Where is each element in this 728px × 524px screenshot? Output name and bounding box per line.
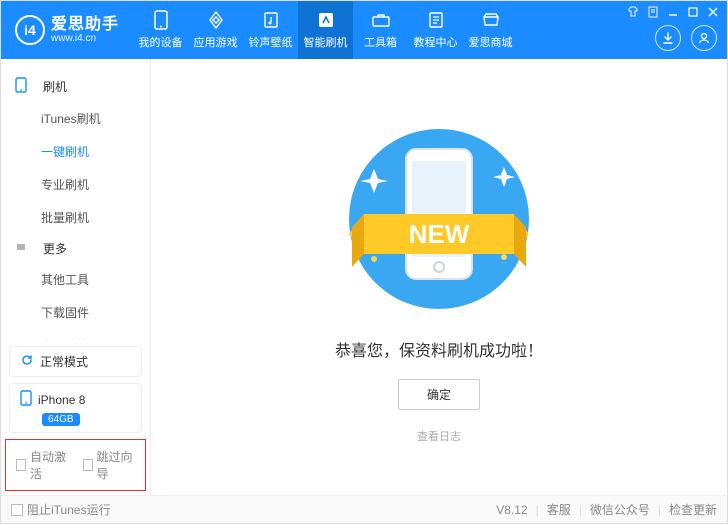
skip-guide-checkbox[interactable]: 跳过向导 xyxy=(83,448,136,482)
more-icon xyxy=(15,241,35,256)
mode-label: 正常模式 xyxy=(40,353,88,370)
confirm-button[interactable]: 确定 xyxy=(398,379,480,410)
checkbox-label: 阻止iTunes运行 xyxy=(27,501,111,518)
sidebar-cat-flash[interactable]: 刷机 xyxy=(1,71,150,102)
device-icon xyxy=(15,77,35,96)
note-icon[interactable] xyxy=(645,5,661,19)
status-bar: 阻止iTunes运行 V8.12 | 客服 | 微信公众号 | 检查更新 xyxy=(1,495,727,523)
book-icon xyxy=(426,10,446,30)
sidebar-cat-label: 更多 xyxy=(43,240,67,257)
close-icon[interactable] xyxy=(705,5,721,19)
version-label: V8.12 xyxy=(496,503,527,517)
nav-label: 工具箱 xyxy=(364,34,397,50)
nav-ringtones[interactable]: 铃声壁纸 xyxy=(243,1,298,59)
refresh-icon xyxy=(20,353,34,370)
user-icon[interactable] xyxy=(691,25,717,51)
logo-badge: i4 xyxy=(15,15,45,45)
footer-link-wechat[interactable]: 微信公众号 xyxy=(590,501,650,518)
window-controls xyxy=(625,5,721,19)
nav-label: 智能刷机 xyxy=(304,34,348,50)
nav-my-device[interactable]: 我的设备 xyxy=(133,1,188,59)
sidebar: 刷机 iTunes刷机 一键刷机 专业刷机 批量刷机 更多 其他工具 下载固件 … xyxy=(1,59,151,495)
nav-toolbox[interactable]: 工具箱 xyxy=(353,1,408,59)
sidebar-item-one-click-flash[interactable]: 一键刷机 xyxy=(1,135,150,168)
music-icon xyxy=(261,10,281,30)
checkbox-label: 跳过向导 xyxy=(97,448,135,482)
nav-label: 我的设备 xyxy=(139,34,183,50)
sidebar-cat-label: 刷机 xyxy=(43,78,67,95)
checkbox-icon xyxy=(83,459,93,471)
nav-label: 教程中心 xyxy=(414,34,458,50)
svg-text:NEW: NEW xyxy=(409,219,470,249)
flash-icon xyxy=(316,10,336,30)
device-name: iPhone 8 xyxy=(38,393,85,407)
options-highlight: 自动激活 跳过向导 xyxy=(5,439,146,491)
checkbox-label: 自动激活 xyxy=(30,448,68,482)
success-message: 恭喜您，保资料刷机成功啦！ xyxy=(335,337,543,361)
top-nav: 我的设备 应用游戏 铃声壁纸 智能刷机 工具箱 教程中心 xyxy=(133,1,518,59)
view-log-link[interactable]: 查看日志 xyxy=(417,428,461,444)
sidebar-item-advanced[interactable]: 高级功能 xyxy=(1,329,150,340)
nav-label: 爱思商城 xyxy=(469,34,513,50)
sidebar-item-other-tools[interactable]: 其他工具 xyxy=(1,263,150,296)
nav-smart-flash[interactable]: 智能刷机 xyxy=(298,1,353,59)
nav-shop[interactable]: 爱思商城 xyxy=(463,1,518,59)
footer-link-update[interactable]: 检查更新 xyxy=(669,501,717,518)
sidebar-item-download-firmware[interactable]: 下载固件 xyxy=(1,296,150,329)
toolbox-icon xyxy=(371,10,391,30)
nav-apps[interactable]: 应用游戏 xyxy=(188,1,243,59)
sidebar-item-itunes-flash[interactable]: iTunes刷机 xyxy=(1,102,150,135)
nav-label: 应用游戏 xyxy=(194,34,238,50)
success-illustration: NEW xyxy=(314,109,564,319)
sidebar-cat-more[interactable]: 更多 xyxy=(1,234,150,263)
skin-icon[interactable] xyxy=(625,5,641,19)
footer-link-support[interactable]: 客服 xyxy=(547,501,571,518)
checkbox-icon xyxy=(16,459,26,471)
minimize-icon[interactable] xyxy=(665,5,681,19)
auto-activate-checkbox[interactable]: 自动激活 xyxy=(16,448,69,482)
device-capacity: 64GB xyxy=(42,413,80,426)
brand-name: 爱思助手 xyxy=(51,16,119,34)
brand-logo: i4 爱思助手 www.i4.cn xyxy=(1,15,129,45)
header-actions xyxy=(655,25,717,51)
brand-text: 爱思助手 www.i4.cn xyxy=(51,16,119,45)
nav-tutorials[interactable]: 教程中心 xyxy=(408,1,463,59)
phone-icon xyxy=(151,10,171,30)
checkbox-icon xyxy=(11,504,23,516)
shop-icon xyxy=(481,10,501,30)
app-header: i4 爱思助手 www.i4.cn 我的设备 应用游戏 铃声壁纸 智能刷机 xyxy=(1,1,727,59)
device-info[interactable]: iPhone 8 64GB xyxy=(9,383,142,433)
sidebar-item-batch-flash[interactable]: 批量刷机 xyxy=(1,201,150,234)
apps-icon xyxy=(206,10,226,30)
mode-indicator[interactable]: 正常模式 xyxy=(9,346,142,377)
device-phone-icon xyxy=(20,390,32,409)
download-icon[interactable] xyxy=(655,25,681,51)
maximize-icon[interactable] xyxy=(685,5,701,19)
main-content: NEW 恭喜您，保资料刷机成功啦！ 确定 查看日志 xyxy=(151,59,727,495)
nav-label: 铃声壁纸 xyxy=(249,34,293,50)
block-itunes-checkbox[interactable]: 阻止iTunes运行 xyxy=(11,501,111,518)
sidebar-item-pro-flash[interactable]: 专业刷机 xyxy=(1,168,150,201)
brand-url: www.i4.cn xyxy=(51,33,119,44)
